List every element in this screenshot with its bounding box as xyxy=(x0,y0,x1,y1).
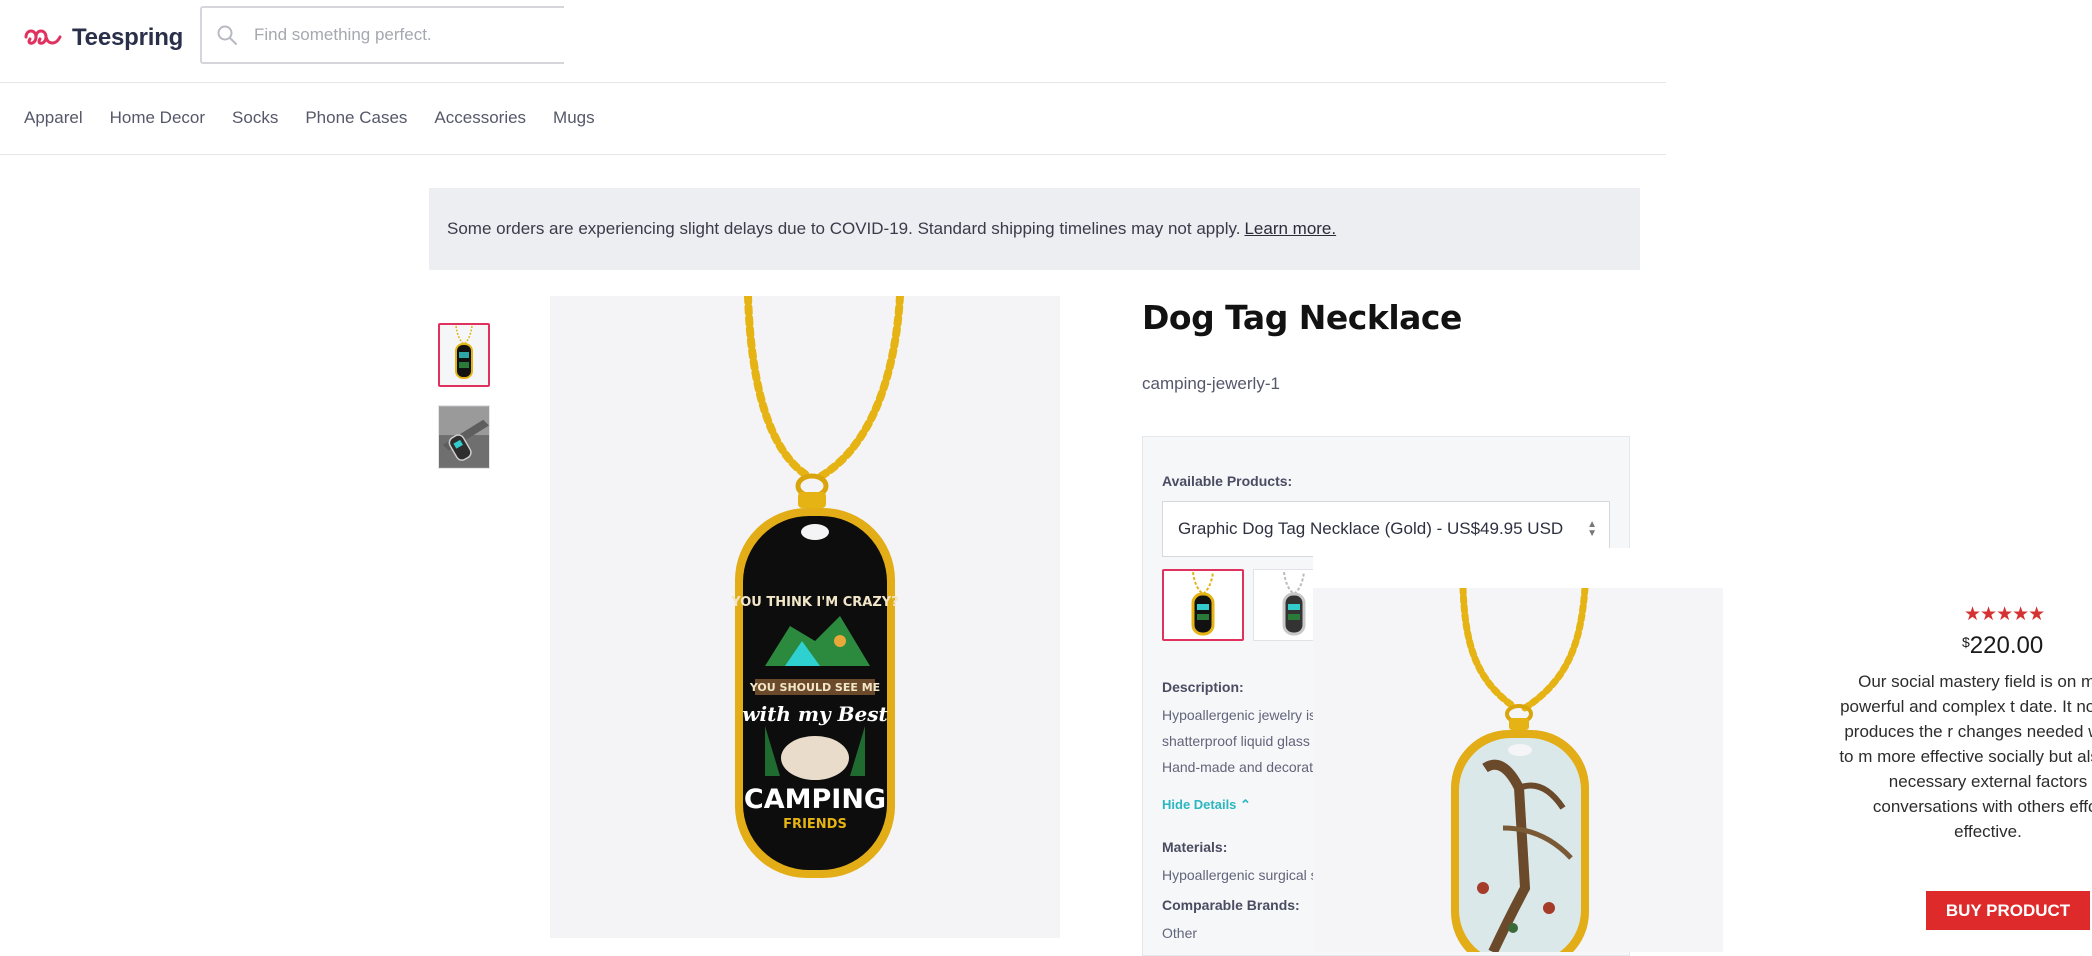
notice-text: Some orders are experiencing slight dela… xyxy=(447,219,1241,238)
thumbnail-front[interactable] xyxy=(438,323,490,387)
dog-tag-necklace-image: YOU THINK I'M CRAZY? YOU SHOULD SEE ME w… xyxy=(730,296,904,878)
search-input[interactable] xyxy=(252,24,546,46)
price-amount: 220.00 xyxy=(1969,632,2044,659)
offer-price: $220.00 xyxy=(1962,632,2043,660)
product-title: Dog Tag Necklace xyxy=(1142,298,1462,337)
tag-text-line2: YOU SHOULD SEE ME xyxy=(749,681,880,694)
materials-label: Materials: xyxy=(1162,839,1228,855)
description-line-2: shatterproof liquid glass c xyxy=(1162,733,1321,749)
description-line-1: Hypoallergenic jewelry is r xyxy=(1162,707,1325,723)
necklace-thumbnail-image xyxy=(455,326,473,379)
search-icon xyxy=(217,25,237,45)
lifestyle-thumbnail-image xyxy=(439,406,489,468)
tag-text-line5: FRIENDS xyxy=(783,817,847,832)
hide-details-toggle[interactable]: Hide Details ⌃ xyxy=(1162,797,1251,813)
covid-notice: Some orders are experiencing slight dela… xyxy=(429,188,1640,270)
comparable-brands-label: Comparable Brands: xyxy=(1162,897,1300,913)
nav-divider xyxy=(0,154,1666,155)
description-label: Description: xyxy=(1162,679,1244,695)
tag-text-line3: with my Best xyxy=(742,702,888,726)
gold-tag-variant-image xyxy=(1191,572,1215,636)
category-nav: Apparel Home Decor Socks Phone Cases Acc… xyxy=(24,108,622,128)
tree-dog-tag-image xyxy=(1451,588,1589,952)
product-slug: camping-jewerly-1 xyxy=(1142,374,1280,393)
currency-symbol: $ xyxy=(1962,634,1970,650)
overlay-image-header xyxy=(1313,548,1723,588)
nav-accessories[interactable]: Accessories xyxy=(434,108,526,128)
learn-more-link[interactable]: Learn more. xyxy=(1244,219,1336,239)
thumbnail-lifestyle[interactable] xyxy=(438,405,490,469)
star-rating: ★★★★★ xyxy=(1964,604,2045,625)
available-products-label: Available Products: xyxy=(1162,473,1293,489)
buy-product-button[interactable]: BUY PRODUCT xyxy=(1926,891,2090,930)
chevron-up-icon: ⌃ xyxy=(1240,797,1251,812)
selected-product-value: Graphic Dog Tag Necklace (Gold) - US$49.… xyxy=(1178,519,1564,538)
main-product-image[interactable]: YOU THINK I'M CRAZY? YOU SHOULD SEE ME w… xyxy=(550,296,1060,938)
nav-apparel[interactable]: Apparel xyxy=(24,108,83,128)
tag-text-line1: YOU THINK I'M CRAZY? xyxy=(730,595,898,610)
materials-text: Hypoallergenic surgical st xyxy=(1162,867,1322,883)
tag-text-line4: CAMPING xyxy=(744,784,886,815)
logo-mark-icon xyxy=(24,29,62,45)
nav-mugs[interactable]: Mugs xyxy=(553,108,595,128)
offer-description: Our social mastery field is on most powe… xyxy=(1839,672,2092,841)
select-sort-icon: ▲ ▼ xyxy=(1587,519,1597,539)
brand-name: Teespring xyxy=(72,24,184,51)
header-divider xyxy=(0,82,1666,83)
overlay-product-image[interactable] xyxy=(1313,588,1723,952)
teespring-logo[interactable]: Teespring xyxy=(22,20,183,56)
hide-details-label: Hide Details xyxy=(1162,797,1237,812)
variant-gold[interactable] xyxy=(1162,569,1244,641)
nav-home-decor[interactable]: Home Decor xyxy=(110,108,205,128)
comparable-brands-text: Other xyxy=(1162,925,1198,941)
description-line-3: Hand-made and decorat xyxy=(1162,759,1313,775)
search-bar[interactable] xyxy=(200,6,564,64)
nav-phone-cases[interactable]: Phone Cases xyxy=(305,108,407,128)
nav-socks[interactable]: Socks xyxy=(232,108,278,128)
